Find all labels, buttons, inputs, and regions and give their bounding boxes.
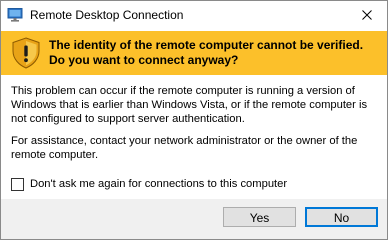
close-icon	[362, 7, 372, 25]
message-paragraph-2: For assistance, contact your network adm…	[11, 135, 358, 161]
checkbox-label[interactable]: Don't ask me again for connections to th…	[30, 177, 287, 191]
message-paragraph-1: This problem can occur if the remote com…	[11, 85, 368, 125]
close-button[interactable]	[347, 1, 387, 31]
dialog-window: Remote Desktop Connection The identity o…	[0, 0, 388, 240]
warning-heading: The identity of the remote computer cann…	[49, 38, 364, 67]
warning-banner: The identity of the remote computer cann…	[1, 31, 387, 75]
remote-desktop-icon	[7, 7, 23, 23]
yes-button[interactable]: Yes	[223, 207, 296, 227]
title-bar[interactable]: Remote Desktop Connection	[1, 1, 387, 31]
checkbox-box[interactable]	[11, 177, 24, 191]
no-button[interactable]: No	[305, 207, 378, 227]
shield-warning-icon	[11, 37, 41, 69]
button-bar: Yes No	[1, 199, 387, 239]
window-title: Remote Desktop Connection	[30, 8, 184, 22]
dont-ask-checkbox[interactable]: Don't ask me again for connections to th…	[11, 176, 287, 192]
